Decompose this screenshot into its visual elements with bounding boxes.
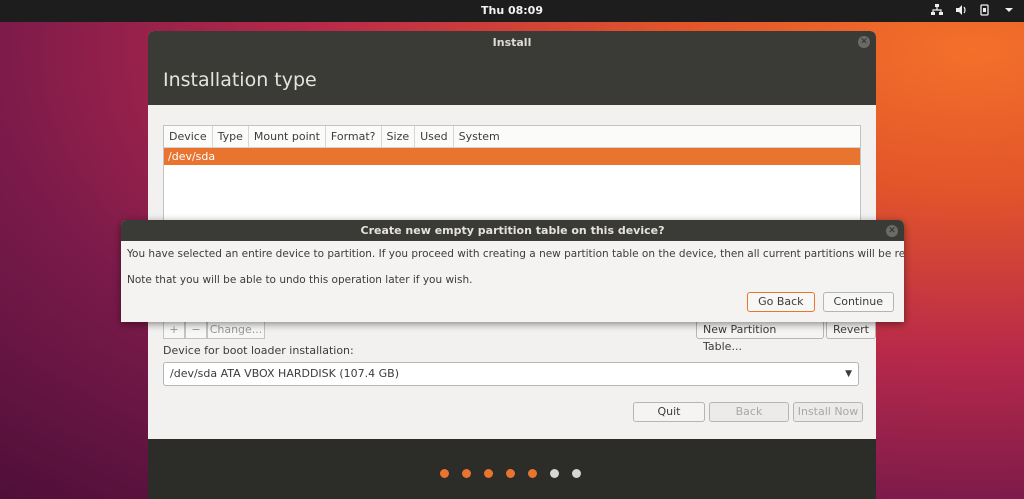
- chevron-down-icon[interactable]: [1002, 3, 1016, 17]
- change-partition-button[interactable]: Change...: [207, 320, 265, 339]
- quit-button[interactable]: Quit: [633, 402, 705, 422]
- power-icon[interactable]: [978, 3, 992, 17]
- progress-dot: [440, 469, 449, 478]
- volume-icon[interactable]: [954, 3, 968, 17]
- boot-loader-value: /dev/sda ATA VBOX HARDDISK (107.4 GB): [170, 367, 400, 380]
- progress-dot: [550, 469, 559, 478]
- go-back-button[interactable]: Go Back: [747, 292, 815, 312]
- column-header-system[interactable]: System: [454, 126, 505, 147]
- column-header-mount-point[interactable]: Mount point: [249, 126, 326, 147]
- remove-partition-button[interactable]: −: [185, 320, 207, 339]
- window-title: Install: [492, 36, 532, 49]
- table-header: Device Type Mount point Format? Size Use…: [164, 126, 860, 148]
- revert-button[interactable]: Revert: [825, 320, 876, 339]
- partition-toolbar: + − Change...: [163, 320, 265, 339]
- progress-dot: [462, 469, 471, 478]
- window-header: Install ✕ Installation type: [148, 31, 876, 105]
- table-row[interactable]: /dev/sda: [164, 148, 860, 165]
- navigation-buttons: Quit Back Install Now: [633, 402, 863, 422]
- system-tray[interactable]: [930, 3, 1016, 17]
- add-partition-button[interactable]: +: [163, 320, 185, 339]
- progress-dots: [440, 469, 581, 478]
- device-cell: /dev/sda: [168, 150, 216, 163]
- dialog-buttons: Go Back Continue: [747, 292, 894, 312]
- clock[interactable]: Thu 08:09: [0, 4, 1024, 17]
- dialog-header: Create new empty partition table on this…: [121, 220, 904, 241]
- top-bar: Thu 08:09: [0, 0, 1024, 22]
- dialog-message: You have selected an entire device to pa…: [127, 248, 904, 260]
- dialog-title: Create new empty partition table on this…: [360, 224, 665, 237]
- progress-dot: [528, 469, 537, 478]
- dialog-note: Note that you will be able to undo this …: [127, 274, 473, 286]
- column-header-type[interactable]: Type: [213, 126, 249, 147]
- continue-button[interactable]: Continue: [822, 292, 894, 312]
- new-partition-table-button[interactable]: New Partition Table...: [696, 320, 824, 353]
- progress-dot: [506, 469, 515, 478]
- dropdown-arrow-icon: ▼: [845, 369, 852, 379]
- boot-loader-label: Device for boot loader installation:: [163, 344, 354, 357]
- column-header-device[interactable]: Device: [164, 126, 213, 147]
- boot-loader-select[interactable]: /dev/sda ATA VBOX HARDDISK (107.4 GB) ▼: [163, 362, 859, 386]
- progress-dot: [484, 469, 493, 478]
- partition-table-dialog: Create new empty partition table on this…: [121, 220, 904, 322]
- partition-actions: New Partition Table... Revert: [696, 320, 876, 353]
- progress-dot: [572, 469, 581, 478]
- close-icon[interactable]: ✕: [886, 225, 898, 237]
- column-header-size[interactable]: Size: [382, 126, 416, 147]
- install-now-button[interactable]: Install Now: [793, 402, 863, 422]
- close-icon[interactable]: ✕: [858, 36, 870, 48]
- page-title: Installation type: [163, 69, 317, 91]
- column-header-format[interactable]: Format?: [326, 126, 382, 147]
- column-header-used[interactable]: Used: [415, 126, 454, 147]
- back-button[interactable]: Back: [709, 402, 789, 422]
- network-icon[interactable]: [930, 3, 944, 17]
- progress-footer: [148, 439, 876, 499]
